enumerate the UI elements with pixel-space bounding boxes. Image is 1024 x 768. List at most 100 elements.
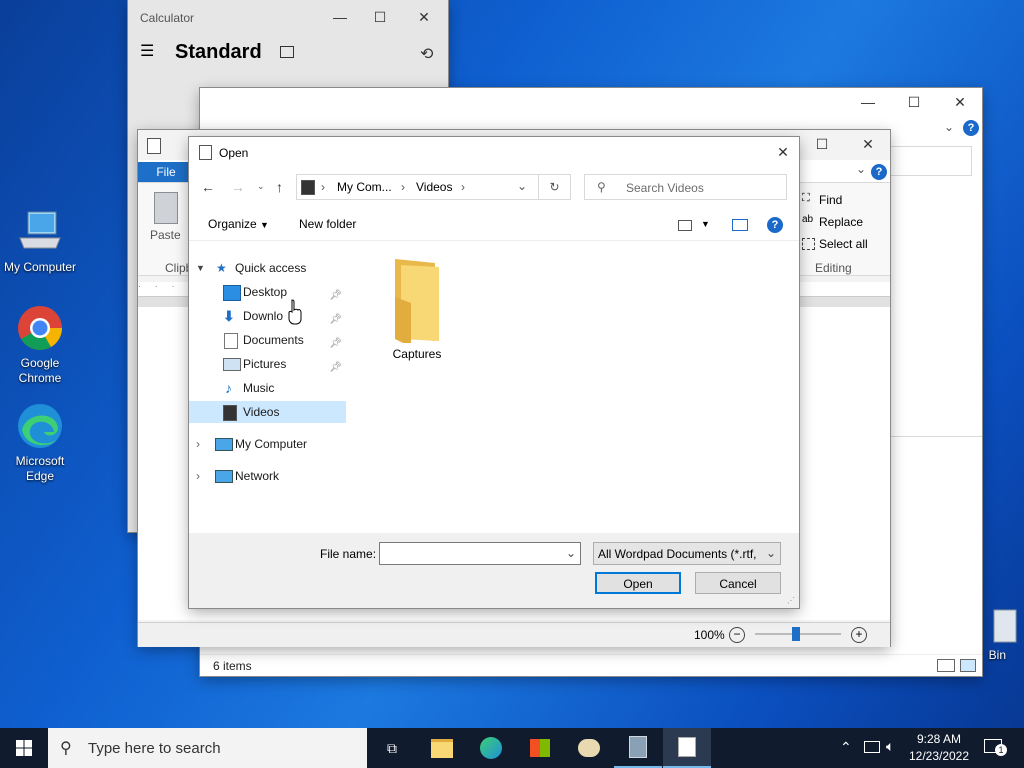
help-icon[interactable]: ? bbox=[767, 217, 783, 233]
nav-music[interactable]: ♪ Music bbox=[189, 377, 346, 399]
clock-time[interactable]: 9:28 AM bbox=[916, 732, 962, 746]
list-item[interactable]: Captures bbox=[369, 257, 465, 361]
desktop-icon-edge[interactable]: Microsoft Edge bbox=[0, 402, 80, 484]
nav-quick-access[interactable]: ▼ ★ Quick access bbox=[189, 257, 346, 279]
search-icon: ⚲ bbox=[60, 740, 72, 757]
organize-button[interactable]: Organize ▼ bbox=[208, 217, 269, 231]
taskbar-edge[interactable] bbox=[467, 728, 515, 768]
edge-icon bbox=[18, 404, 62, 448]
minimize-button[interactable]: — bbox=[848, 88, 888, 116]
edge-icon bbox=[480, 737, 502, 759]
clock-date[interactable]: 12/23/2022 bbox=[906, 749, 972, 763]
calculator-mode: Standard bbox=[175, 41, 262, 63]
up-button[interactable]: ↑ bbox=[276, 179, 283, 195]
refresh-button[interactable]: ↻ bbox=[539, 174, 571, 200]
open-button[interactable]: Open bbox=[595, 572, 681, 594]
task-view-button[interactable]: ⧉ bbox=[368, 728, 416, 768]
network-icon bbox=[215, 470, 233, 483]
forward-button[interactable]: → bbox=[231, 179, 245, 195]
open-dialog[interactable]: Open ✕ ← → ⌄ ↑ › My Com... › Videos › ⌄ … bbox=[189, 137, 799, 608]
breadcrumb-item[interactable]: My Com... bbox=[337, 180, 392, 194]
chevron-down-icon[interactable]: ⌄ bbox=[517, 179, 527, 193]
chevron-down-icon[interactable]: ▼ bbox=[701, 219, 710, 229]
pictures-icon bbox=[223, 358, 241, 371]
desktop-icon-my-computer[interactable]: My Computer bbox=[0, 208, 80, 275]
navigation-pane[interactable]: ▼ ★ Quick access Desktop 📌︎ ⬇ Downlo 📌︎ … bbox=[189, 257, 346, 532]
nav-documents[interactable]: Documents 📌︎ bbox=[189, 329, 346, 351]
search-icon: ⚲ bbox=[597, 180, 606, 194]
network-icon[interactable] bbox=[864, 741, 880, 753]
download-icon: ⬇ bbox=[223, 308, 235, 324]
folder-icon bbox=[431, 738, 453, 758]
dialog-title: Open bbox=[219, 146, 249, 160]
large-icons-view-icon[interactable] bbox=[960, 659, 976, 672]
replace-button[interactable]: ab Replace bbox=[802, 214, 882, 230]
nav-network[interactable]: › Network bbox=[189, 465, 346, 487]
file-list[interactable]: Captures bbox=[349, 247, 789, 532]
maximize-button[interactable]: ☐ bbox=[894, 88, 934, 116]
chevron-down-icon[interactable]: ⌄ bbox=[566, 546, 576, 560]
details-view-icon[interactable] bbox=[937, 659, 955, 672]
nav-pictures[interactable]: Pictures 📌︎ bbox=[189, 353, 346, 375]
cancel-button[interactable]: Cancel bbox=[695, 572, 781, 594]
notification-button[interactable]: 1 bbox=[984, 739, 1007, 756]
new-folder-button[interactable]: New folder bbox=[299, 217, 356, 231]
chevron-up-icon[interactable]: ⌃ bbox=[840, 739, 852, 756]
taskbar: ⚲ Type here to search ⧉ ⌃ 🔈︎ 9:28 AM 12/… bbox=[0, 728, 1024, 768]
keep-on-top-icon[interactable] bbox=[280, 46, 294, 58]
document-icon bbox=[224, 333, 238, 349]
back-button[interactable]: ← bbox=[201, 179, 215, 195]
pin-icon: 📌︎ bbox=[329, 362, 342, 373]
select-all-button[interactable]: Select all bbox=[802, 236, 888, 252]
nav-desktop[interactable]: Desktop 📌︎ bbox=[189, 281, 346, 303]
pin-icon: 📌︎ bbox=[329, 290, 342, 301]
volume-icon[interactable]: 🔈︎ bbox=[886, 738, 894, 755]
close-button[interactable]: ✕ bbox=[940, 88, 980, 116]
calculator-icon bbox=[629, 736, 647, 758]
paste-button[interactable]: Paste bbox=[148, 190, 184, 242]
breadcrumb-item[interactable]: Videos bbox=[416, 180, 452, 194]
minimize-button[interactable]: — bbox=[320, 3, 360, 31]
find-label: Find bbox=[819, 193, 843, 207]
nav-my-computer[interactable]: › My Computer bbox=[189, 433, 346, 455]
pin-icon: 📌︎ bbox=[329, 338, 342, 349]
menu-icon[interactable]: ☰ bbox=[140, 44, 156, 60]
maximize-button[interactable]: ☐ bbox=[360, 3, 400, 31]
nav-downloads[interactable]: ⬇ Downlo 📌︎ bbox=[189, 305, 346, 327]
help-icon[interactable]: ? bbox=[871, 164, 887, 180]
desktop-icon-label: Edge bbox=[25, 469, 55, 483]
taskbar-search-box[interactable]: ⚲ Type here to search bbox=[48, 728, 367, 768]
nav-videos[interactable]: Videos bbox=[189, 401, 346, 423]
close-button[interactable]: ✕ bbox=[848, 130, 888, 158]
find-button[interactable]: ⛶ Find bbox=[802, 192, 882, 208]
chevron-down-icon[interactable]: ⌄ bbox=[856, 162, 866, 176]
zoom-out-button[interactable]: − bbox=[729, 627, 745, 643]
file-type-select[interactable]: All Wordpad Documents (*.rtf, ' ⌄ bbox=[593, 542, 781, 565]
help-icon[interactable]: ? bbox=[963, 120, 979, 136]
preview-pane-icon[interactable] bbox=[732, 219, 748, 231]
history-icon[interactable]: ⟲ bbox=[420, 44, 433, 64]
taskbar-file-explorer[interactable] bbox=[418, 728, 466, 768]
taskbar-wordpad[interactable] bbox=[663, 728, 711, 768]
zoom-slider-thumb[interactable] bbox=[792, 627, 800, 641]
recent-locations-button[interactable]: ⌄ bbox=[257, 181, 265, 192]
desktop-icon-label: Google bbox=[20, 356, 60, 370]
change-view-icon[interactable] bbox=[678, 220, 692, 231]
search-box[interactable]: ⚲ Search Videos bbox=[584, 174, 787, 200]
address-bar[interactable]: › My Com... › Videos › ⌄ bbox=[296, 174, 539, 200]
maximize-button[interactable]: ☐ bbox=[802, 130, 842, 158]
close-button[interactable]: ✕ bbox=[404, 3, 444, 31]
computer-icon bbox=[215, 438, 233, 451]
tab-file[interactable]: File bbox=[138, 162, 194, 182]
file-name-input[interactable]: ⌄ bbox=[379, 542, 581, 565]
desktop-icon-chrome[interactable]: Google Chrome bbox=[0, 304, 80, 386]
start-button[interactable] bbox=[0, 728, 48, 768]
close-button[interactable]: ✕ bbox=[763, 138, 803, 166]
taskbar-calculator[interactable] bbox=[614, 728, 662, 768]
resize-grip[interactable]: ⋰ bbox=[787, 596, 795, 605]
taskbar-paint[interactable] bbox=[565, 728, 613, 768]
zoom-in-button[interactable]: + bbox=[851, 627, 867, 643]
chevron-right-icon: › bbox=[196, 437, 200, 451]
chevron-down-icon[interactable]: ⌄ bbox=[944, 120, 954, 134]
taskbar-store[interactable] bbox=[516, 728, 564, 768]
